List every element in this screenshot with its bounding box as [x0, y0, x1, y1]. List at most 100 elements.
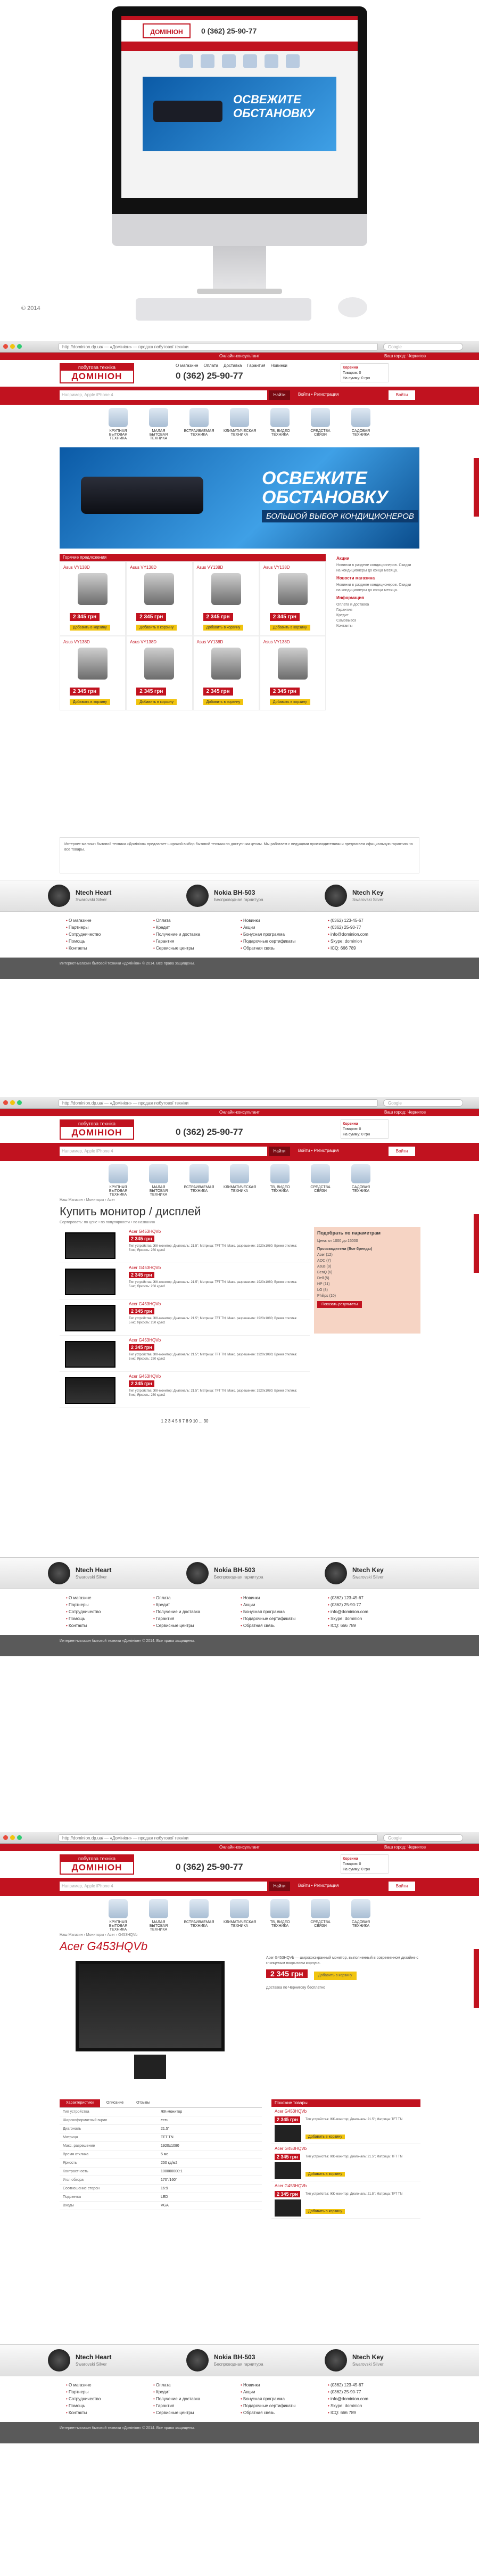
tab-reviews[interactable]: Отзывы — [130, 2099, 156, 2107]
list-item[interactable]: Acer G453HQVb 2 345 грн Тип устройства: ЖК… — [60, 1263, 310, 1299]
brand-checkbox[interactable]: AOC (7) — [317, 1258, 417, 1264]
add-to-cart-button[interactable]: Добавить в корзину — [313, 1972, 357, 1980]
brand-checkbox[interactable]: Asus (9) — [317, 1264, 417, 1270]
nav-payment[interactable]: Оплата — [204, 363, 219, 368]
brand-checkbox[interactable]: Acer (12) — [317, 1252, 417, 1258]
footer-link[interactable]: О магазине — [66, 917, 151, 924]
category-item[interactable]: ТВ, ВИДЕО ТЕХНИКА — [264, 1164, 296, 1198]
footer-email[interactable]: info@dominion.com — [328, 931, 413, 938]
login-button[interactable]: Войти — [389, 1882, 415, 1891]
price-range-slider[interactable]: Цена: от 1000 до 15000 — [317, 1238, 417, 1244]
footer-link[interactable]: Партнеры — [66, 924, 151, 931]
footer-link[interactable]: Кредит — [153, 924, 238, 931]
product-card[interactable]: Asus VY138D 2 345 грн Добавить в корзину — [126, 561, 193, 636]
sort-bar[interactable]: Сортировать: по цене • по популярности •… — [60, 1221, 419, 1227]
category-item[interactable]: КЛИМАТИЧЕСКАЯ ТЕХНИКА — [224, 1899, 256, 1933]
category-item[interactable]: ТВ, ВИДЕО ТЕХНИКА — [264, 1899, 296, 1933]
category-item[interactable]: САДОВАЯ ТЕХНИКА — [345, 1164, 377, 1198]
browser-search[interactable]: Google — [383, 1834, 463, 1842]
similar-item[interactable]: Acer G453HQVb 2 345 грн Тип устройства: ЖК… — [271, 2144, 420, 2181]
feedback-tab[interactable] — [474, 1949, 479, 2008]
category-item[interactable]: КЛИМАТИЧЕСКАЯ ТЕХНИКА — [224, 1164, 256, 1198]
nav-delivery[interactable]: Доставка — [224, 363, 242, 368]
search-button[interactable]: Найти — [269, 390, 290, 400]
brand-checkbox[interactable]: Philips (10) — [317, 1293, 417, 1299]
footer-link[interactable]: Помощь — [66, 938, 151, 945]
product-card[interactable]: Asus VY138D 2 345 грн Добавить в корзину — [193, 636, 259, 710]
city-selector[interactable]: Ваш город: Чернигов — [384, 353, 426, 360]
similar-item[interactable]: Acer G453HQVb 2 345 грн Тип устройства: ЖК… — [271, 2107, 420, 2144]
info-link[interactable]: Гарантия — [336, 608, 414, 613]
product-card[interactable]: Asus VY138D 2 345 грн Добавить в корзину — [259, 636, 326, 710]
category-item[interactable]: МАЛАЯ БЫТОВАЯ ТЕХНИКА — [143, 1164, 175, 1198]
category-item[interactable]: МАЛАЯ БЫТОВАЯ ТЕХНИКА — [143, 1899, 175, 1933]
footer-link[interactable]: Сотрудничество — [66, 931, 151, 938]
product-card[interactable]: Asus VY138D 2 345 грн Добавить в корзину — [259, 561, 326, 636]
category-item[interactable]: МАЛАЯ БЫТОВАЯ ТЕХНИКА — [143, 408, 175, 442]
logo[interactable]: побутова техніка ДОМІНІОН — [60, 1119, 134, 1140]
nav-warranty[interactable]: Гарантия — [247, 363, 265, 368]
search-input[interactable]: Например, Apple iPhone 4 — [60, 1147, 267, 1156]
search-button[interactable]: Найти — [269, 1882, 290, 1891]
category-item[interactable]: КРУПНАЯ БЫТОВАЯ ТЕХНИКА — [102, 408, 134, 442]
footer-link[interactable]: Новинки — [241, 917, 326, 924]
category-item[interactable]: ВСТРАИВАЕМАЯ ТЕХНИКА — [183, 1164, 215, 1198]
footer-link[interactable]: Оплата — [153, 917, 238, 924]
footer-link[interactable]: Акции — [241, 924, 326, 931]
category-item[interactable]: ВСТРАИВАЕМАЯ ТЕХНИКА — [183, 1899, 215, 1933]
nav-new[interactable]: Новинки — [271, 363, 287, 368]
brand-promo[interactable]: Ntech Heart Swarovski Silver — [48, 1561, 154, 1585]
brand-promo[interactable]: Ntech Key Swarovski Silver — [325, 2348, 431, 2373]
search-button[interactable]: Найти — [269, 1147, 290, 1156]
footer-link[interactable]: Обратная связь — [241, 945, 326, 952]
info-link[interactable]: Оплата и доставка — [336, 602, 414, 608]
brand-checkbox[interactable]: Dell (5) — [317, 1275, 417, 1281]
logo[interactable]: побутова техніка ДОМІНІОН — [60, 1854, 134, 1875]
search-input[interactable]: Например, Apple iPhone 4 — [60, 390, 267, 400]
product-card[interactable]: Asus VY138D 2 345 грн Добавить в корзину — [60, 561, 126, 636]
product-card[interactable]: Asus VY138D 2 345 грн Добавить в корзину — [193, 561, 259, 636]
brand-checkbox[interactable]: HP (11) — [317, 1281, 417, 1287]
brand-promo[interactable]: Nokia BH-503 Беспроводная гарнитура — [186, 2348, 293, 2373]
feedback-tab[interactable] — [474, 1214, 479, 1273]
list-item[interactable]: Acer G453HQVb 2 345 грн Тип устройства: ЖК… — [60, 1299, 310, 1336]
footer-link[interactable]: Получение и доставка — [153, 931, 238, 938]
brand-promo[interactable]: Ntech Key Swarovski Silver — [325, 884, 431, 908]
brand-promo[interactable]: Nokia BH-503 Беспроводная гарнитура — [186, 884, 293, 908]
category-item[interactable]: ТВ, ВИДЕО ТЕХНИКА — [264, 408, 296, 442]
category-item[interactable]: САДОВАЯ ТЕХНИКА — [345, 408, 377, 442]
online-consultant-link[interactable]: Онлайн-консультант — [219, 354, 260, 358]
browser-search[interactable]: Google — [383, 1099, 463, 1107]
auth-links[interactable]: Войти • Регистрация — [298, 392, 338, 397]
footer-link[interactable]: Контакты — [66, 945, 151, 952]
tab-specs[interactable]: Характеристики — [60, 2099, 100, 2107]
brand-promo[interactable]: Ntech Heart Swarovski Silver — [48, 884, 154, 908]
search-input[interactable]: Например, Apple iPhone 4 — [60, 1882, 267, 1891]
list-item[interactable]: Acer G453HQVb 2 345 грн Тип устройства: ЖК… — [60, 1227, 310, 1263]
brand-promo[interactable]: Ntech Heart Swarovski Silver — [48, 2348, 154, 2373]
footer-link[interactable]: Подарочные сертификаты — [241, 938, 326, 945]
url-bar[interactable]: http://dominion.dp.ua/ — «Домініон» — пр… — [59, 343, 378, 350]
info-link[interactable]: Контакты — [336, 624, 414, 629]
product-card[interactable]: Asus VY138D 2 345 грн Добавить в корзину — [60, 636, 126, 710]
feedback-tab[interactable] — [474, 458, 479, 517]
tab-description[interactable]: Описание — [100, 2099, 130, 2107]
info-link[interactable]: Самовывоз — [336, 618, 414, 624]
footer-link[interactable]: Сервисные центры — [153, 945, 238, 952]
info-link[interactable]: Кредит — [336, 613, 414, 618]
brand-promo[interactable]: Ntech Key Swarovski Silver — [325, 1561, 431, 1585]
brand-checkbox[interactable]: BenQ (6) — [317, 1270, 417, 1275]
category-item[interactable]: КРУПНАЯ БЫТОВАЯ ТЕХНИКА — [102, 1899, 134, 1933]
similar-item[interactable]: Acer G453HQVb 2 345 грн Тип устройства: ЖК… — [271, 2181, 420, 2219]
browser-search[interactable]: Google — [383, 343, 463, 350]
footer-link[interactable]: Гарантия — [153, 938, 238, 945]
pagination[interactable]: 1 2 3 4 5 6 7 8 9 10 ... 30 — [60, 1419, 310, 1424]
list-item[interactable]: Acer G453HQVb 2 345 грн Тип устройства: ЖК… — [60, 1336, 310, 1372]
category-item[interactable]: СРЕДСТВА СВЯЗИ — [304, 1899, 336, 1933]
login-button[interactable]: Войти — [389, 390, 415, 400]
url-bar[interactable]: http://dominion.dp.ua/ — «Домініон» — пр… — [59, 1099, 378, 1107]
brand-promo[interactable]: Nokia BH-503 Беспроводная гарнитура — [186, 1561, 293, 1585]
category-item[interactable]: КЛИМАТИЧЕСКАЯ ТЕХНИКА — [224, 408, 256, 442]
cart-widget[interactable]: Корзина Товаров: 0 На сумму: 0 грн — [341, 1119, 389, 1139]
cart-widget[interactable]: Корзина Товаров: 0 На сумму: 0 грн — [341, 1854, 389, 1874]
